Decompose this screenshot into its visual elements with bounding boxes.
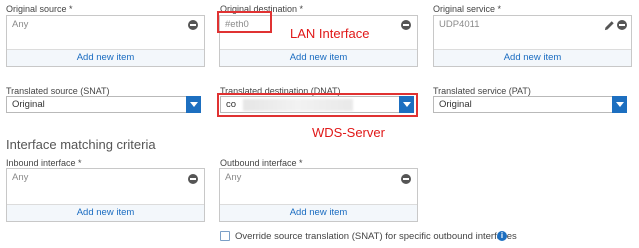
original-source-add-button[interactable]: Add new item — [7, 49, 204, 66]
original-service-add-button[interactable]: Add new item — [434, 49, 631, 66]
wds-highlight — [217, 93, 418, 117]
original-source-label: Original source * — [6, 4, 73, 14]
translated-service-label: Translated service (PAT) — [433, 86, 531, 96]
original-service-value: UDP4011 — [439, 19, 480, 30]
remove-icon[interactable] — [188, 174, 198, 184]
info-icon[interactable]: i — [497, 231, 507, 241]
wds-annotation: WDS-Server — [312, 125, 385, 140]
translated-service-select[interactable]: Original — [433, 96, 627, 113]
remove-icon[interactable] — [188, 20, 198, 30]
outbound-add-button[interactable]: Add new item — [220, 204, 417, 221]
remove-icon[interactable] — [617, 20, 627, 30]
pencil-icon[interactable] — [604, 20, 615, 31]
remove-icon[interactable] — [401, 20, 411, 30]
inbound-interface-value: Any — [12, 172, 29, 183]
translated-source-label: Translated source (SNAT) — [6, 86, 110, 96]
original-source-value: Any — [12, 19, 29, 30]
inbound-interface-label: Inbound interface * — [6, 158, 82, 168]
original-service-label: Original service * — [433, 4, 502, 14]
translated-service-value: Original — [439, 99, 472, 110]
override-snat-checkbox[interactable] — [220, 231, 230, 241]
original-destination-add-button[interactable]: Add new item — [220, 49, 417, 66]
section-title: Interface matching criteria — [6, 137, 156, 152]
override-snat-label: Override source translation (SNAT) for s… — [235, 231, 517, 242]
inbound-add-button[interactable]: Add new item — [7, 204, 204, 221]
outbound-interface-label: Outbound interface * — [220, 158, 303, 168]
translated-source-value: Original — [12, 99, 45, 110]
outbound-interface-field[interactable]: Any Add new item — [219, 168, 418, 222]
original-service-field[interactable]: UDP4011 Add new item — [433, 15, 632, 67]
translated-source-select[interactable]: Original — [6, 96, 201, 113]
inbound-interface-field[interactable]: Any Add new item — [6, 168, 205, 222]
remove-icon[interactable] — [401, 174, 411, 184]
lan-highlight — [217, 11, 272, 33]
outbound-interface-value: Any — [225, 172, 242, 183]
chevron-down-icon[interactable] — [186, 96, 201, 113]
chevron-down-icon[interactable] — [612, 96, 627, 113]
original-source-field[interactable]: Any Add new item — [6, 15, 205, 67]
lan-annotation: LAN Interface — [290, 26, 370, 41]
